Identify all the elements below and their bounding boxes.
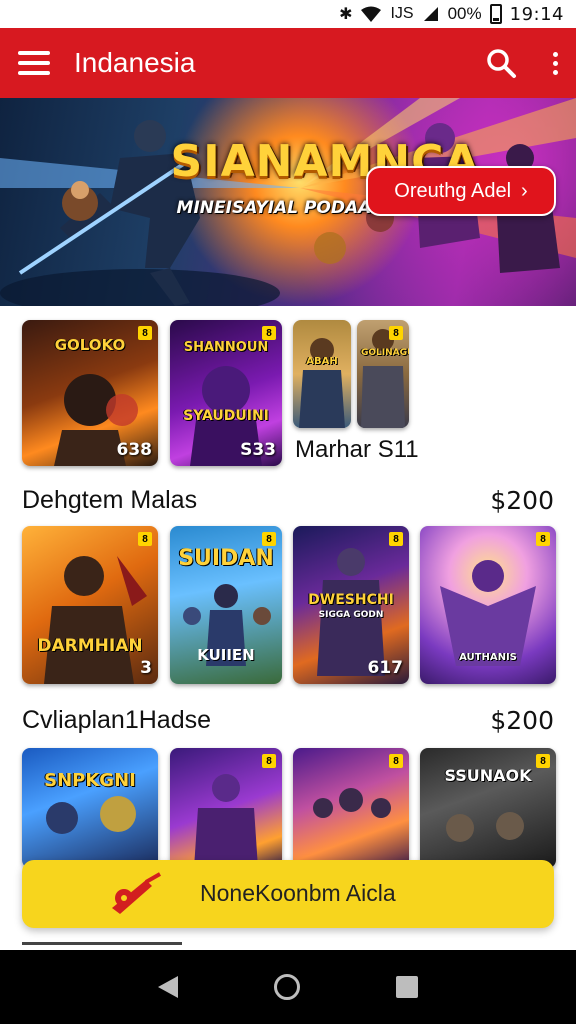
tile-title: SNPKGNI — [44, 770, 136, 791]
clock: 19:14 — [509, 3, 564, 25]
tile-art — [44, 556, 147, 684]
game-tile[interactable]: 8 GOLINAGUN — [357, 320, 409, 428]
game-tile[interactable]: ABAH — [293, 320, 351, 428]
battery-percent: 00% — [447, 4, 482, 23]
section-price: $200 — [490, 706, 554, 735]
game-tile[interactable]: 8 SHANNOUN SYAUDUINI S33 — [170, 320, 282, 466]
tile-subtitle: SYAUDUINI — [183, 408, 269, 424]
banner-cta-label: Oreuthg Adel — [394, 179, 512, 202]
tile-badge: 8 — [536, 532, 550, 546]
menu-icon[interactable] — [18, 51, 50, 75]
app-title: Indanesia — [74, 47, 196, 78]
tile-number: 3 — [140, 658, 152, 678]
wifi-icon — [361, 6, 382, 22]
cta-button[interactable]: NoneKoonbm Aicla — [22, 860, 554, 928]
banner-cta-button[interactable]: Oreuthg Adel › — [366, 166, 556, 216]
tile-title: SSUNAOK — [444, 766, 532, 785]
tile-title: GOLINAGUN — [361, 348, 409, 358]
tile-title: AUTHANIS — [459, 652, 517, 663]
game-tile[interactable]: 8 DARMHIAN 3 — [22, 526, 158, 684]
tile-title: ABAH — [306, 356, 338, 367]
nav-bar — [0, 950, 576, 1024]
tile-art — [46, 796, 136, 834]
tile-number: 638 — [116, 440, 153, 460]
game-tile[interactable]: 8 AUTHANIS — [420, 526, 556, 684]
tile-number: S33 — [240, 440, 276, 460]
screen: ✱ IJS 00% 19:14 Indanesia SIANAMNCA MINE… — [0, 0, 576, 1024]
tile-title: DARMHIAN — [37, 636, 143, 656]
back-icon[interactable] — [158, 976, 178, 998]
tile-title: SUIDAN — [178, 546, 274, 571]
game-tile[interactable]: 8 SUIDAN KUIIEN — [170, 526, 282, 684]
signal-icon — [423, 7, 438, 21]
tile-title: DWESHCHI — [308, 592, 394, 608]
game-tile[interactable]: 8 SSUNAOK — [420, 748, 556, 868]
chevron-right-icon: › — [521, 179, 528, 202]
scroll-peek — [22, 942, 192, 950]
section-price: $200 — [490, 486, 554, 515]
home-icon[interactable] — [274, 974, 300, 1000]
more-vertical-icon[interactable] — [553, 51, 558, 75]
app-bar: Indanesia — [0, 28, 576, 98]
guitar-icon — [112, 872, 161, 914]
tile-badge: 8 — [389, 754, 403, 768]
tile-number: 617 — [367, 658, 404, 678]
section-title: Dehgtem Malas — [22, 486, 198, 514]
recents-icon[interactable] — [396, 976, 418, 998]
tile-subtitle: KUIIEN — [197, 646, 255, 664]
tile-title: SHANNOUN — [183, 340, 269, 355]
tile-badge: 8 — [389, 326, 403, 340]
search-icon[interactable] — [485, 47, 517, 79]
section-title: Cvliaplan1Hadse — [22, 706, 212, 734]
tile-caption: Marhar S11 — [295, 436, 419, 463]
tile-badge: 8 — [262, 532, 276, 546]
game-tile[interactable]: 8 DWESHCHI SIGGA GODN 617 — [293, 526, 409, 684]
tile-title: GOLOKO — [54, 336, 126, 354]
tile-badge: 8 — [138, 532, 152, 546]
game-tile[interactable]: 8 GOLOKO 638 — [22, 320, 158, 466]
network-type: IJS — [390, 5, 414, 22]
tile-badge: 8 — [389, 532, 403, 546]
tile-badge: 8 — [262, 326, 276, 340]
status-bar: ✱ IJS 00% 19:14 — [0, 0, 576, 28]
cta-label: NoneKoonbm Aicla — [200, 880, 396, 906]
battery-icon — [489, 4, 502, 24]
game-tile[interactable]: SNPKGNI — [22, 748, 158, 868]
bluetooth-icon: ✱ — [339, 6, 353, 23]
game-tile[interactable]: 8 — [293, 748, 409, 868]
tile-art — [299, 338, 345, 428]
tile-subtitle: SIGGA GODN — [318, 610, 384, 620]
game-tile[interactable]: 8 — [170, 748, 282, 868]
tile-badge: 8 — [262, 754, 276, 768]
